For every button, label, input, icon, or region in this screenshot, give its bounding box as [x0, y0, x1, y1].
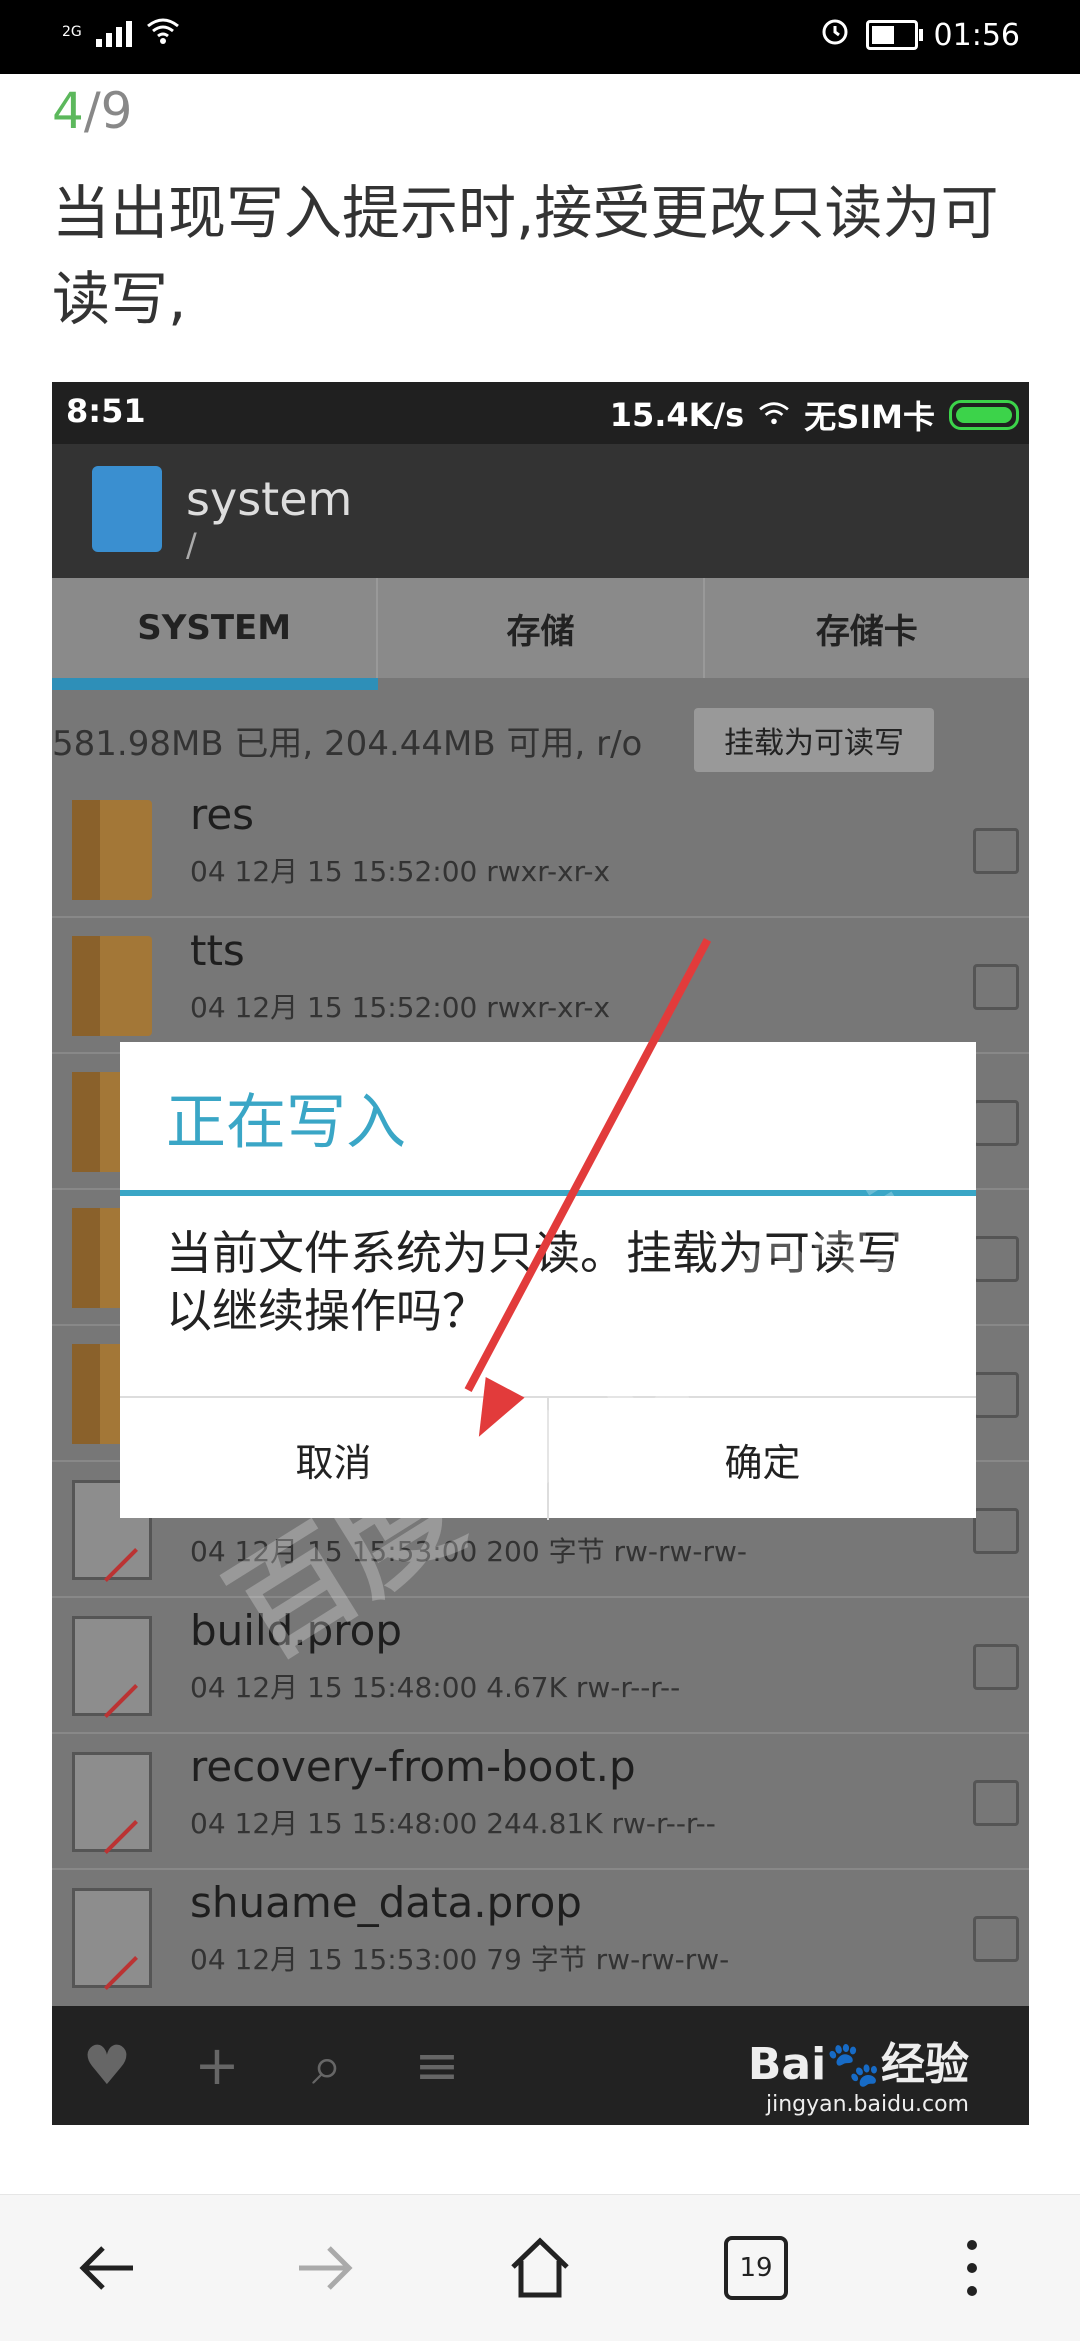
screenshot-path: / — [186, 526, 197, 564]
screenshot-speed: 15.4K/s — [609, 396, 745, 434]
file-meta: 04 12月 15 15:48:00 4.67K rw-r--r-- — [190, 1671, 681, 1704]
file-icon — [72, 1616, 152, 1716]
more-vertical-icon — [967, 2240, 977, 2296]
battery-icon — [865, 20, 923, 50]
checkbox-icon — [973, 828, 1019, 874]
list-item: tts 04 12月 15 15:52:00 rwxr-xr-x — [52, 918, 1029, 1054]
screenshot-tab-storage: 存储 — [378, 578, 705, 678]
checkbox-icon — [973, 1372, 1019, 1418]
back-button[interactable] — [48, 2195, 168, 2341]
file-name: recovery-from-boot.p — [190, 1742, 636, 1791]
screenshot-tab-indicator — [52, 678, 378, 690]
list-item: res 04 12月 15 15:52:00 rwxr-xr-x — [52, 782, 1029, 918]
instruction-text: 当出现写入提示时,接受更改只读为可读写, — [52, 179, 999, 333]
tutorial-screenshot: 8:51 15.4K/s 无SIM卡 system / SYSTEM 存储 存储… — [52, 382, 1029, 2125]
file-meta: 04 12月 15 15:52:00 rwxr-xr-x — [190, 855, 611, 888]
screenshot-tab-system: SYSTEM — [52, 578, 379, 678]
file-meta: 04 12月 15 15:53:00 79 字节 rw-rw-rw- — [190, 1943, 730, 1976]
dialog-title: 正在写入 — [166, 1088, 406, 1158]
file-icon — [72, 1888, 152, 1988]
alarm-icon — [820, 16, 850, 54]
home-button[interactable] — [480, 2195, 600, 2341]
screenshot-app-bar: system / — [52, 444, 1029, 578]
screenshot-tabs: SYSTEM 存储 存储卡 — [52, 578, 1029, 678]
file-icon — [72, 1752, 152, 1852]
tab-count: 19 — [724, 2236, 788, 2300]
screenshot-wifi-icon — [758, 396, 790, 434]
clock: 01:56 — [933, 17, 1020, 53]
network-type: 2G — [62, 24, 82, 40]
forward-button[interactable] — [264, 2195, 384, 2341]
screenshot-status-bar: 8:51 15.4K/s 无SIM卡 — [52, 382, 1029, 444]
search-icon: ⌕ — [311, 2034, 343, 2097]
screenshot-app-title: system — [186, 472, 353, 526]
heart-icon: ♥ — [82, 2034, 132, 2097]
screenshot-sim: 无SIM卡 — [804, 398, 935, 436]
list-item: build.prop 04 12月 15 15:48:00 4.67K rw-r… — [52, 1598, 1029, 1734]
checkbox-icon — [973, 964, 1019, 1010]
checkbox-icon — [973, 1780, 1019, 1826]
forward-arrow-icon — [299, 2246, 353, 2290]
tabs-button[interactable]: 19 — [696, 2195, 816, 2341]
wifi-icon — [146, 16, 180, 48]
folder-icon — [72, 800, 152, 900]
file-meta: 04 12月 15 15:48:00 244.81K rw-r--r-- — [190, 1807, 716, 1840]
screenshot-storage-bar: 581.98MB 已用, 204.44MB 可用, r/o 挂载为可读写 — [52, 700, 1029, 780]
file-name: shuame_data.prop — [190, 1878, 582, 1927]
checkbox-icon — [973, 1916, 1019, 1962]
file-name: tts — [190, 926, 245, 975]
step-counter: 4/9 — [52, 82, 132, 140]
file-meta: 04 12月 15 15:52:00 rwxr-xr-x — [190, 991, 611, 1024]
signal-icon — [95, 17, 132, 47]
checkbox-icon — [973, 1100, 1019, 1146]
folder-icon — [72, 936, 152, 1036]
home-icon — [511, 2237, 569, 2298]
menu-button[interactable] — [912, 2195, 1032, 2341]
list-item: recovery-from-boot.p 04 12月 15 15:48:00 … — [52, 1734, 1029, 1870]
step-current: 4 — [52, 82, 84, 140]
plus-icon: + — [194, 2034, 240, 2097]
screenshot-bottom-bar: ♥ + ⌕ ≡ Bai🐾经验 jingyan.baidu.com — [52, 2006, 1029, 2125]
status-bar: 2G 01:56 — [0, 0, 1080, 74]
screenshot-time: 8:51 — [66, 392, 146, 430]
checkbox-icon — [973, 1508, 1019, 1554]
app-icon — [92, 466, 162, 552]
screenshot-battery-icon — [949, 400, 1019, 430]
screenshot-tab-sdcard: 存储卡 — [815, 611, 918, 652]
screenshot-storage-info: 581.98MB 已用, 204.44MB 可用, r/o — [52, 724, 643, 764]
sort-icon: ≡ — [414, 2034, 460, 2097]
file-name: res — [190, 790, 255, 839]
checkbox-icon — [973, 1644, 1019, 1690]
browser-nav-bar: 19 — [0, 2194, 1080, 2341]
screenshot-mount-button: 挂载为可读写 — [694, 708, 934, 772]
back-arrow-icon — [79, 2246, 133, 2290]
step-total: /9 — [83, 82, 133, 140]
list-item: shuame_data.prop 04 12月 15 15:53:00 79 字… — [52, 1870, 1029, 2004]
baidu-jingyan-logo: Bai🐾经验 jingyan.baidu.com — [747, 2039, 969, 2117]
checkbox-icon — [973, 1236, 1019, 1282]
